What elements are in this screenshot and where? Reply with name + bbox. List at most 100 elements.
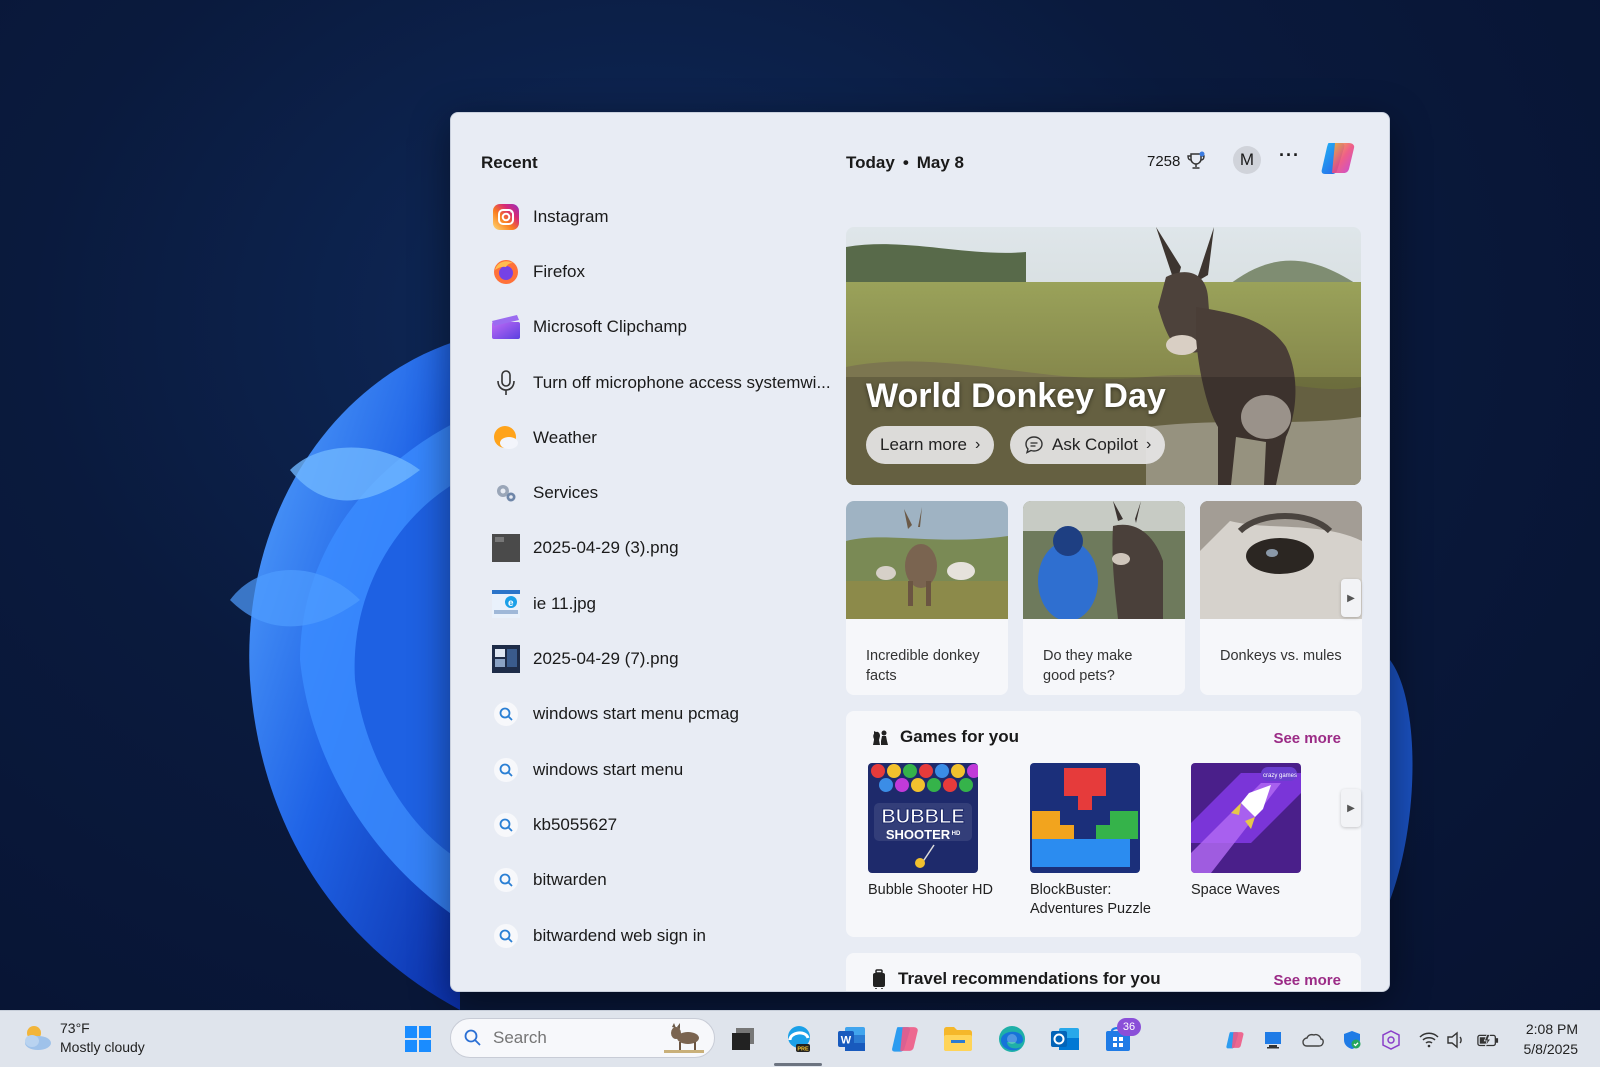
copilot-taskbar-button[interactable] (889, 1023, 921, 1055)
chevron-right-icon: › (974, 436, 981, 453)
date-separator: • (902, 153, 909, 172)
game-name: Space Waves (1191, 882, 1280, 898)
image-file-icon (491, 533, 521, 563)
windows-start-button[interactable] (402, 1023, 434, 1055)
edge-pre-icon: PRE (788, 1026, 810, 1053)
recent-item-services[interactable]: Services (481, 465, 831, 520)
blockbuster-thumbnail (1030, 763, 1140, 873)
defender-tray-icon[interactable] (1341, 1029, 1363, 1051)
rewards-points[interactable]: 7258 (1147, 151, 1206, 171)
app-tray-icon[interactable] (1380, 1029, 1402, 1051)
recent-item-microphone-setting[interactable]: Turn off microphone access systemwi... (481, 355, 831, 410)
recent-item-label: Weather (533, 427, 597, 447)
bubble-shooter-thumbnail: BUBBLE SHOOTER HD (868, 763, 978, 873)
weather-widget[interactable]: 73°F Mostly cloudy (20, 1019, 145, 1057)
weather-description: Mostly cloudy (60, 1039, 145, 1055)
recent-search-item[interactable]: windows start menu (481, 742, 831, 797)
caret-right-icon: ▶ (1347, 802, 1355, 814)
games-see-more-link[interactable]: See more (1273, 730, 1341, 747)
child-with-donkey-image (1023, 501, 1185, 621)
volume-icon[interactable] (1445, 1029, 1467, 1051)
recent-item-label: bitwarden (533, 870, 607, 890)
remote-desktop-tray-icon[interactable] (1262, 1029, 1284, 1051)
copilot-icon[interactable] (1319, 139, 1357, 177)
search-icon (491, 810, 521, 840)
recent-item-clipchamp[interactable]: Microsoft Clipchamp (481, 300, 831, 355)
game-tile[interactable]: crazy games Space Waves (1191, 763, 1321, 900)
hero-title: World Donkey Day (866, 377, 1166, 415)
recent-item-png-3[interactable]: 2025-04-29 (3).png (481, 521, 831, 576)
game-tile[interactable]: BUBBLE SHOOTER HD Bubble Shooter HD (868, 763, 998, 900)
task-view-button[interactable] (727, 1023, 759, 1055)
recent-item-png-7[interactable]: 2025-04-29 (7).png (481, 631, 831, 686)
cards-next-arrow[interactable]: ▶ (1341, 579, 1361, 617)
outlook-taskbar-button[interactable] (1049, 1023, 1081, 1055)
search-icon (491, 699, 521, 729)
bubble-shooter-logo-line1: BUBBLE (881, 806, 964, 828)
onedrive-tray-icon[interactable] (1302, 1029, 1324, 1051)
recent-search-item[interactable]: kb5055627 (481, 797, 831, 852)
donkey-eye-closeup-image (1200, 501, 1362, 619)
recent-item-label: Services (533, 483, 599, 503)
bubble-shooter-logo-line3: HD (952, 831, 961, 837)
games-next-arrow[interactable]: ▶ (1341, 789, 1361, 827)
copilot-tray-icon[interactable] (1224, 1029, 1246, 1051)
donkey-field-image (846, 501, 1008, 619)
recent-item-label: Microsoft Clipchamp (533, 317, 687, 337)
more-options-button[interactable]: ··· (1279, 145, 1300, 166)
learn-more-button[interactable]: Learn more › (866, 426, 995, 464)
luggage-icon (870, 969, 888, 989)
search-input[interactable] (493, 1028, 653, 1048)
recent-list: Instagram Firefox Microsoft Clipchamp Tu… (481, 189, 831, 963)
recent-search-item[interactable]: windows start menu pcmag (481, 687, 831, 742)
today-date: May 8 (916, 153, 965, 172)
recent-item-weather[interactable]: Weather (481, 410, 831, 465)
recent-item-ie11-jpg[interactable]: e ie 11.jpg (481, 576, 831, 631)
svg-text:PRE: PRE (797, 1047, 809, 1053)
game-tile[interactable]: BlockBuster: Adventures Puzzle (1030, 763, 1160, 919)
battery-icon[interactable] (1477, 1029, 1499, 1051)
wifi-icon[interactable] (1418, 1029, 1440, 1051)
edge-icon (999, 1026, 1025, 1052)
outlook-icon (1051, 1028, 1079, 1050)
cloudy-weather-icon (20, 1023, 54, 1053)
story-card[interactable]: Do they make good pets? (1023, 501, 1185, 695)
chess-pieces-icon (870, 727, 890, 747)
account-avatar[interactable]: M (1233, 146, 1261, 174)
weather-temperature: 73°F (60, 1020, 90, 1036)
donkey-search-highlight-icon (664, 1023, 704, 1053)
story-card-caption: Incredible donkey facts (866, 648, 980, 684)
today-label: Today (846, 153, 895, 172)
taskbar-clock[interactable]: 2:08 PM 5/8/2025 (1524, 1019, 1579, 1059)
active-app-indicator (774, 1063, 822, 1066)
travel-section: Travel recommendations for you See more (846, 953, 1361, 991)
search-icon (491, 865, 521, 895)
recent-search-item[interactable]: bitwardend web sign in (481, 908, 831, 963)
notification-count-badge: 36 (1117, 1018, 1141, 1036)
story-card-caption: Do they make good pets? (1043, 648, 1133, 684)
story-card[interactable]: Donkeys vs. mules (1200, 501, 1362, 695)
space-waves-thumbnail: crazy games (1191, 763, 1301, 873)
svg-text:W: W (841, 1035, 852, 1047)
ask-copilot-button[interactable]: Ask Copilot › (1010, 426, 1166, 464)
copilot-icon (892, 1027, 918, 1052)
recent-item-label: Firefox (533, 261, 585, 281)
travel-see-more-link[interactable]: See more (1273, 972, 1341, 989)
taskbar-search-box[interactable] (450, 1018, 715, 1058)
recent-item-instagram[interactable]: Instagram (481, 189, 831, 244)
travel-heading: Travel recommendations for you (870, 969, 1161, 989)
recent-item-label: Turn off microphone access systemwi... (533, 372, 831, 392)
edge-beta-taskbar-button[interactable]: PRE (783, 1023, 815, 1055)
recent-item-firefox[interactable]: Firefox (481, 244, 831, 299)
file-explorer-taskbar-button[interactable] (942, 1023, 974, 1055)
edge-taskbar-button[interactable] (996, 1023, 1028, 1055)
story-card[interactable]: Incredible donkey facts (846, 501, 1008, 695)
chat-bubble-icon (1024, 435, 1044, 455)
story-cards: Incredible donkey facts Do they make goo… (846, 501, 1362, 695)
recent-search-item[interactable]: bitwarden (481, 853, 831, 908)
word-taskbar-button[interactable]: W (836, 1023, 868, 1055)
hero-card[interactable]: World Donkey Day Learn more › Ask Copilo… (846, 227, 1361, 485)
windows-logo-icon (405, 1026, 431, 1052)
recent-item-label: ie 11.jpg (533, 593, 597, 613)
recent-item-label: 2025-04-29 (7).png (533, 649, 679, 669)
